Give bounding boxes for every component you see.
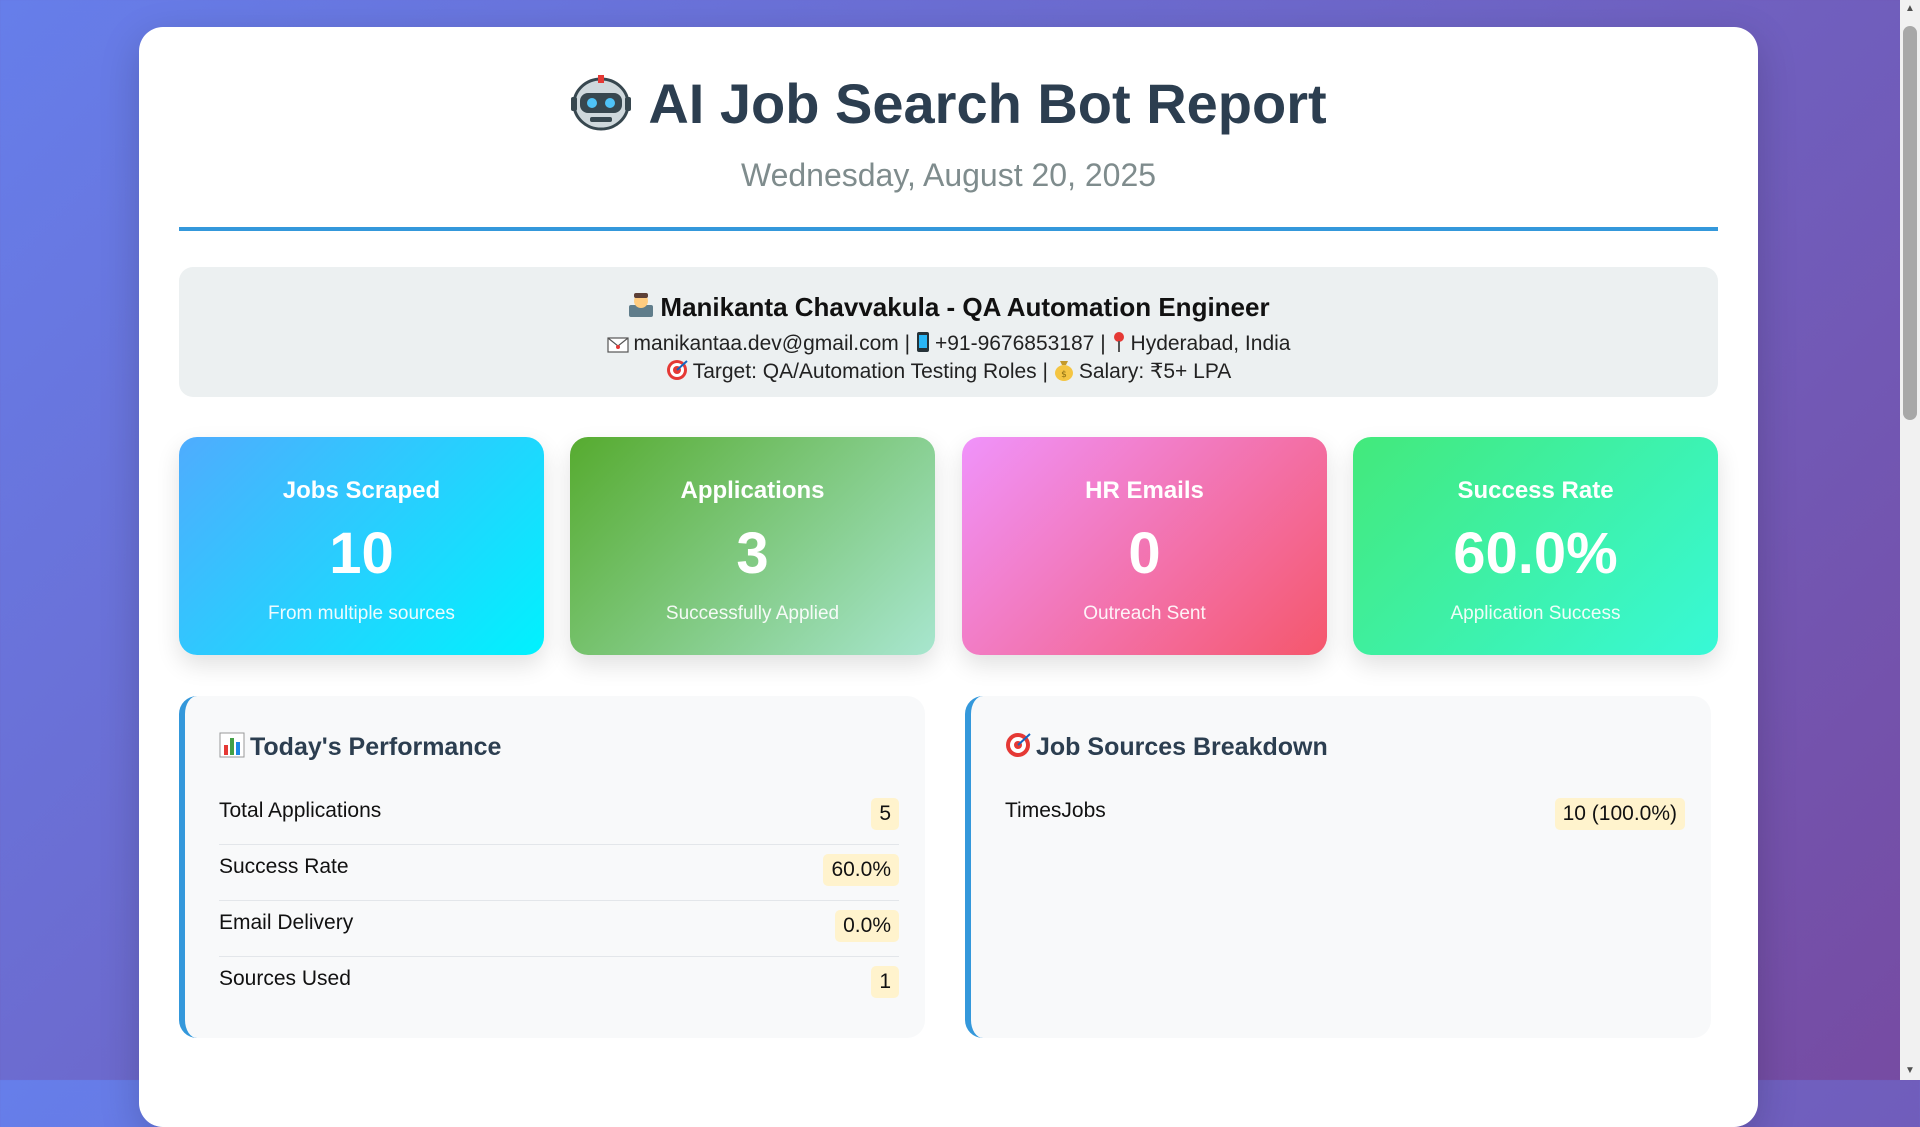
scroll-down-arrow-icon[interactable]: ▼: [1900, 1062, 1920, 1080]
source-name: TimesJobs: [1005, 799, 1106, 822]
metric-value: 5: [871, 798, 899, 830]
profile-email: manikantaa.dev@gmail.com: [633, 332, 899, 355]
page-title: AI Job Search Bot Report: [179, 71, 1718, 133]
stats-grid: Jobs Scraped 10 From multiple sources Ap…: [179, 437, 1718, 655]
stat-card-hr-emails: HR Emails 0 Outreach Sent: [962, 437, 1327, 655]
profile-name: Manikanta Chavvakula - QA Automation Eng…: [660, 292, 1270, 322]
stat-value: 3: [736, 521, 769, 586]
profile-contact-line: manikantaa.dev@gmail.com | +91-967685318…: [179, 331, 1718, 359]
profile-location: Hyderabad, India: [1130, 332, 1291, 355]
scroll-up-arrow-icon[interactable]: ▲: [1900, 0, 1920, 18]
metric-row: Email Delivery 0.0%: [219, 901, 899, 957]
money-bag-icon: $: [1054, 359, 1074, 387]
bar-chart-icon: [219, 732, 245, 765]
source-value: 10 (100.0%): [1554, 798, 1685, 830]
sources-list: TimesJobs 10 (100.0%): [1005, 789, 1685, 844]
stat-subtext: Successfully Applied: [665, 603, 840, 624]
stat-subtext: From multiple sources: [268, 603, 455, 624]
scrollbar-thumb[interactable]: [1903, 26, 1917, 420]
metric-row: Total Applications 5: [219, 789, 899, 845]
stat-label: Jobs Scraped: [282, 477, 441, 504]
profile-target: Target: QA/Automation Testing Roles: [692, 360, 1037, 383]
stat-subtext: Outreach Sent: [1083, 603, 1206, 624]
profile-name-line: Manikanta Chavvakula - QA Automation Eng…: [179, 291, 1718, 326]
stat-label: HR Emails: [1085, 477, 1204, 504]
target-icon: [666, 359, 688, 387]
separator: |: [904, 332, 911, 355]
technologist-icon: [627, 291, 655, 326]
phone-icon: [916, 331, 930, 359]
metric-value: 1: [871, 966, 899, 998]
metric-value: 60.0%: [823, 854, 899, 886]
profile-target-line: Target: QA/Automation Testing Roles | $ …: [179, 359, 1718, 387]
stat-card-applications: Applications 3 Successfully Applied: [570, 437, 935, 655]
stat-label: Success Rate: [1457, 477, 1614, 504]
metric-value: 0.0%: [835, 910, 899, 942]
stat-card-jobs-scraped: Jobs Scraped 10 From multiple sources: [179, 437, 544, 655]
separator: |: [1042, 360, 1048, 383]
pin-icon: [1112, 331, 1126, 359]
panel-title: Today's Performance: [219, 732, 501, 765]
profile-phone: +91-9676853187: [934, 332, 1095, 355]
envelope-icon: [606, 335, 629, 359]
page-scrollbar[interactable]: ▲ ▼: [1900, 0, 1920, 1080]
metric-name: Sources Used: [219, 967, 351, 990]
source-row: TimesJobs 10 (100.0%): [1005, 789, 1685, 844]
page-title-text: AI Job Search Bot Report: [648, 72, 1327, 135]
stat-label: Applications: [680, 477, 825, 504]
report-header: AI Job Search Bot Report Wednesday, Augu…: [179, 27, 1718, 231]
performance-panel: Today's Performance Total Applications 5…: [179, 696, 925, 1038]
separator: |: [1100, 332, 1106, 355]
stat-subtext: Application Success: [1450, 603, 1621, 624]
report-date: Wednesday, August 20, 2025: [740, 157, 1157, 193]
report-container: AI Job Search Bot Report Wednesday, Augu…: [139, 27, 1758, 1127]
sources-panel: Job Sources Breakdown TimesJobs 10 (100.…: [965, 696, 1711, 1038]
stat-value: 0: [1128, 521, 1161, 586]
profile-salary: Salary: ₹5+ LPA: [1078, 360, 1232, 383]
panel-title-text: Job Sources Breakdown: [1036, 733, 1328, 761]
stat-value: 60.0%: [1453, 521, 1618, 586]
profile-card: Manikanta Chavvakula - QA Automation Eng…: [179, 267, 1718, 397]
panel-title-text: Today's Performance: [250, 733, 502, 761]
metric-name: Success Rate: [219, 855, 349, 878]
robot-icon: [570, 71, 632, 133]
stat-value: 10: [329, 521, 394, 586]
metric-row: Success Rate 60.0%: [219, 845, 899, 901]
metric-name: Total Applications: [219, 799, 382, 822]
stat-card-success-rate: Success Rate 60.0% Application Success: [1353, 437, 1718, 655]
metric-row: Sources Used 1: [219, 957, 899, 1012]
target-icon: [1005, 732, 1031, 765]
panel-title: Job Sources Breakdown: [1005, 732, 1328, 765]
performance-list: Total Applications 5 Success Rate 60.0% …: [219, 789, 899, 1012]
metric-name: Email Delivery: [219, 911, 354, 934]
svg-text:$: $: [1061, 370, 1067, 380]
